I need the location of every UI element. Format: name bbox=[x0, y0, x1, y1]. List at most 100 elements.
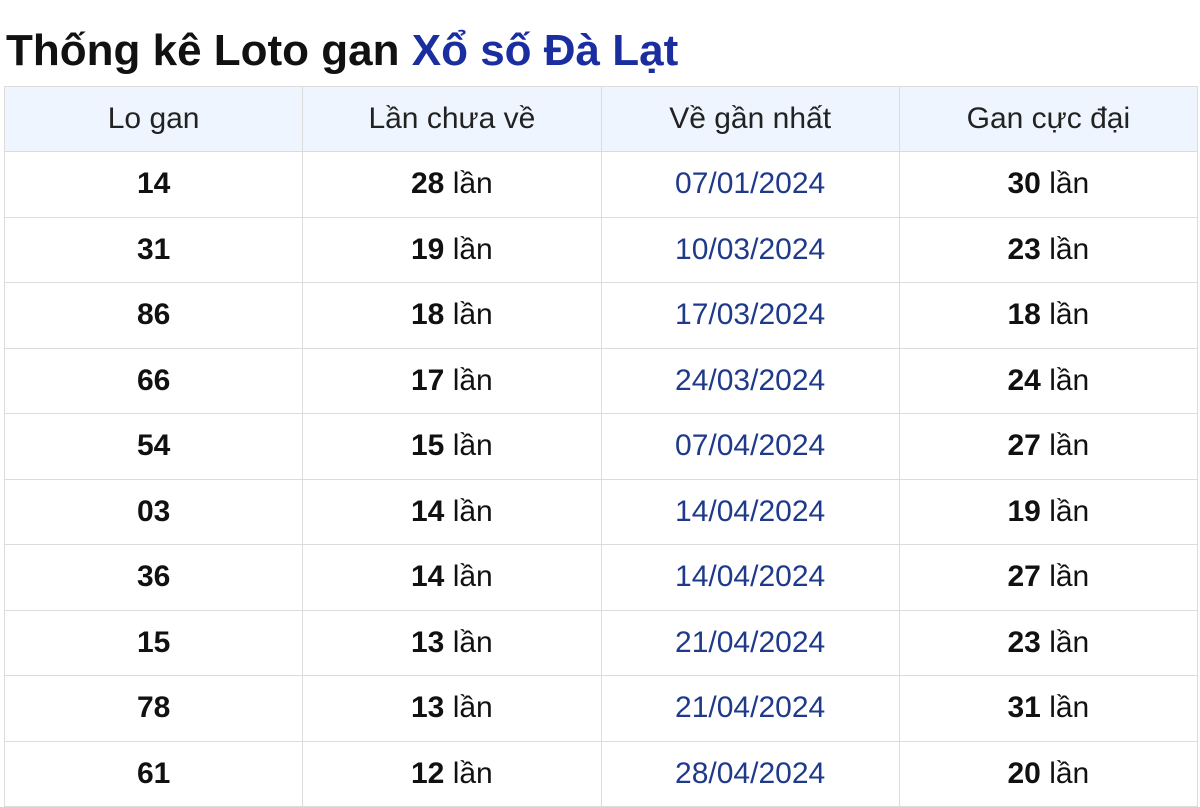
missed-count-cell: 13 lần bbox=[302, 675, 602, 742]
last-seen-date: 14/04/2024 bbox=[600, 544, 900, 611]
lo-number: 03 bbox=[3, 478, 304, 545]
missed-count-cell: 14 lần bbox=[302, 478, 602, 545]
missed-count: 14 bbox=[410, 560, 445, 594]
last-seen-date: 28/04/2024 bbox=[600, 740, 900, 807]
missed-count: 19 bbox=[410, 232, 445, 266]
table-row: 31 19 lần 10/03/2024 23 lần bbox=[3, 216, 1199, 283]
missed-count-cell: 14 lần bbox=[302, 544, 602, 611]
missed-count-cell: 19 lần bbox=[302, 216, 602, 283]
max-gap-cell: 27 lần bbox=[898, 544, 1199, 611]
max-gap-cell: 27 lần bbox=[898, 413, 1199, 480]
max-gap-unit: lần bbox=[1049, 298, 1090, 332]
missed-unit: lần bbox=[452, 167, 493, 201]
max-gap-unit: lần bbox=[1049, 232, 1090, 266]
last-seen-date: 24/03/2024 bbox=[600, 347, 900, 414]
missed-count: 17 bbox=[410, 363, 445, 397]
max-gap: 23 bbox=[1007, 232, 1041, 266]
max-gap-unit: lần bbox=[1049, 756, 1090, 790]
lo-number: 36 bbox=[3, 544, 304, 611]
max-gap-cell: 30 lần bbox=[898, 151, 1199, 218]
max-gap: 19 bbox=[1007, 494, 1041, 528]
lo-number: 61 bbox=[3, 740, 304, 807]
missed-count: 14 bbox=[410, 494, 445, 528]
table-row: 54 15 lần 07/04/2024 27 lần bbox=[3, 413, 1199, 480]
max-gap-cell: 18 lần bbox=[898, 282, 1199, 349]
header-row: Lo gan Lần chưa về Về gần nhất Gan cực đ… bbox=[3, 86, 1199, 152]
loto-gan-table: Lo gan Lần chưa về Về gần nhất Gan cực đ… bbox=[3, 86, 1199, 807]
last-seen-date: 21/04/2024 bbox=[600, 609, 900, 676]
missed-count: 15 bbox=[410, 429, 445, 463]
table-header: Lo gan Lần chưa về Về gần nhất Gan cực đ… bbox=[3, 86, 1199, 152]
missed-unit: lần bbox=[452, 625, 493, 659]
table-row: 86 18 lần 17/03/2024 18 lần bbox=[3, 282, 1199, 349]
title-prefix: Thống kê Loto gan bbox=[6, 26, 400, 75]
missed-count-cell: 17 lần bbox=[302, 347, 602, 414]
missed-unit: lần bbox=[452, 756, 493, 790]
missed-count-cell: 13 lần bbox=[302, 609, 602, 676]
max-gap-unit: lần bbox=[1049, 691, 1090, 725]
table-row: 36 14 lần 14/04/2024 27 lần bbox=[3, 544, 1199, 611]
last-seen-date: 17/03/2024 bbox=[600, 282, 900, 349]
last-seen-date: 21/04/2024 bbox=[600, 675, 900, 742]
last-seen-date: 10/03/2024 bbox=[600, 216, 900, 283]
table-row: 61 12 lần 28/04/2024 20 lần bbox=[3, 740, 1199, 807]
missed-count: 12 bbox=[410, 756, 445, 790]
lo-number: 66 bbox=[3, 347, 304, 414]
max-gap-unit: lần bbox=[1049, 494, 1090, 528]
missed-unit: lần bbox=[452, 429, 493, 463]
max-gap-cell: 20 lần bbox=[898, 740, 1199, 807]
missed-unit: lần bbox=[452, 560, 493, 594]
max-gap: 31 bbox=[1007, 691, 1041, 725]
missed-unit: lần bbox=[452, 298, 493, 332]
header-ve-gan-nhat: Về gần nhất bbox=[600, 86, 900, 152]
max-gap: 27 bbox=[1007, 429, 1041, 463]
max-gap: 20 bbox=[1007, 756, 1041, 790]
max-gap-unit: lần bbox=[1049, 363, 1090, 397]
max-gap-unit: lần bbox=[1049, 625, 1090, 659]
max-gap-unit: lần bbox=[1049, 167, 1090, 201]
max-gap-cell: 24 lần bbox=[898, 347, 1199, 414]
lo-number: 54 bbox=[3, 413, 304, 480]
lo-number: 15 bbox=[3, 609, 304, 676]
missed-count: 13 bbox=[410, 691, 445, 725]
max-gap: 30 bbox=[1007, 167, 1041, 201]
missed-unit: lần bbox=[452, 494, 493, 528]
table-row: 14 28 lần 07/01/2024 30 lần bbox=[3, 151, 1199, 218]
max-gap-cell: 19 lần bbox=[898, 478, 1199, 545]
missed-unit: lần bbox=[452, 363, 493, 397]
missed-unit: lần bbox=[452, 691, 493, 725]
missed-count-cell: 28 lần bbox=[302, 151, 602, 218]
header-lan-chua-ve: Lần chưa về bbox=[302, 86, 602, 152]
lo-number: 14 bbox=[3, 151, 304, 218]
max-gap: 27 bbox=[1007, 560, 1041, 594]
missed-count-cell: 12 lần bbox=[302, 740, 602, 807]
missed-unit: lần bbox=[452, 232, 493, 266]
max-gap-cell: 31 lần bbox=[898, 675, 1199, 742]
missed-count: 28 bbox=[410, 167, 445, 201]
max-gap-cell: 23 lần bbox=[898, 609, 1199, 676]
missed-count-cell: 15 lần bbox=[302, 413, 602, 480]
max-gap: 24 bbox=[1007, 363, 1041, 397]
max-gap: 23 bbox=[1007, 625, 1041, 659]
missed-count-cell: 18 lần bbox=[302, 282, 602, 349]
lo-number: 78 bbox=[3, 675, 304, 742]
max-gap-cell: 23 lần bbox=[898, 216, 1199, 283]
last-seen-date: 07/04/2024 bbox=[600, 413, 900, 480]
max-gap-unit: lần bbox=[1049, 429, 1090, 463]
table-row: 78 13 lần 21/04/2024 31 lần bbox=[3, 675, 1199, 742]
missed-count: 13 bbox=[410, 625, 445, 659]
last-seen-date: 07/01/2024 bbox=[600, 151, 900, 218]
max-gap-unit: lần bbox=[1049, 560, 1090, 594]
header-lo-gan: Lo gan bbox=[3, 86, 304, 152]
page-title: Thống kê Loto gan Xổ số Đà Lạt bbox=[6, 22, 678, 80]
lottery-link[interactable]: Xổ số Đà Lạt bbox=[412, 26, 679, 75]
table-row: 03 14 lần 14/04/2024 19 lần bbox=[3, 478, 1199, 545]
lo-number: 86 bbox=[3, 282, 304, 349]
lo-number: 31 bbox=[3, 216, 304, 283]
table-row: 66 17 lần 24/03/2024 24 lần bbox=[3, 347, 1199, 414]
table-body: 14 28 lần 07/01/2024 30 lần 31 19 lần 10… bbox=[3, 151, 1199, 807]
last-seen-date: 14/04/2024 bbox=[600, 478, 900, 545]
missed-count: 18 bbox=[410, 298, 445, 332]
header-gan-cuc-dai: Gan cực đại bbox=[898, 86, 1199, 152]
table-row: 15 13 lần 21/04/2024 23 lần bbox=[3, 609, 1199, 676]
